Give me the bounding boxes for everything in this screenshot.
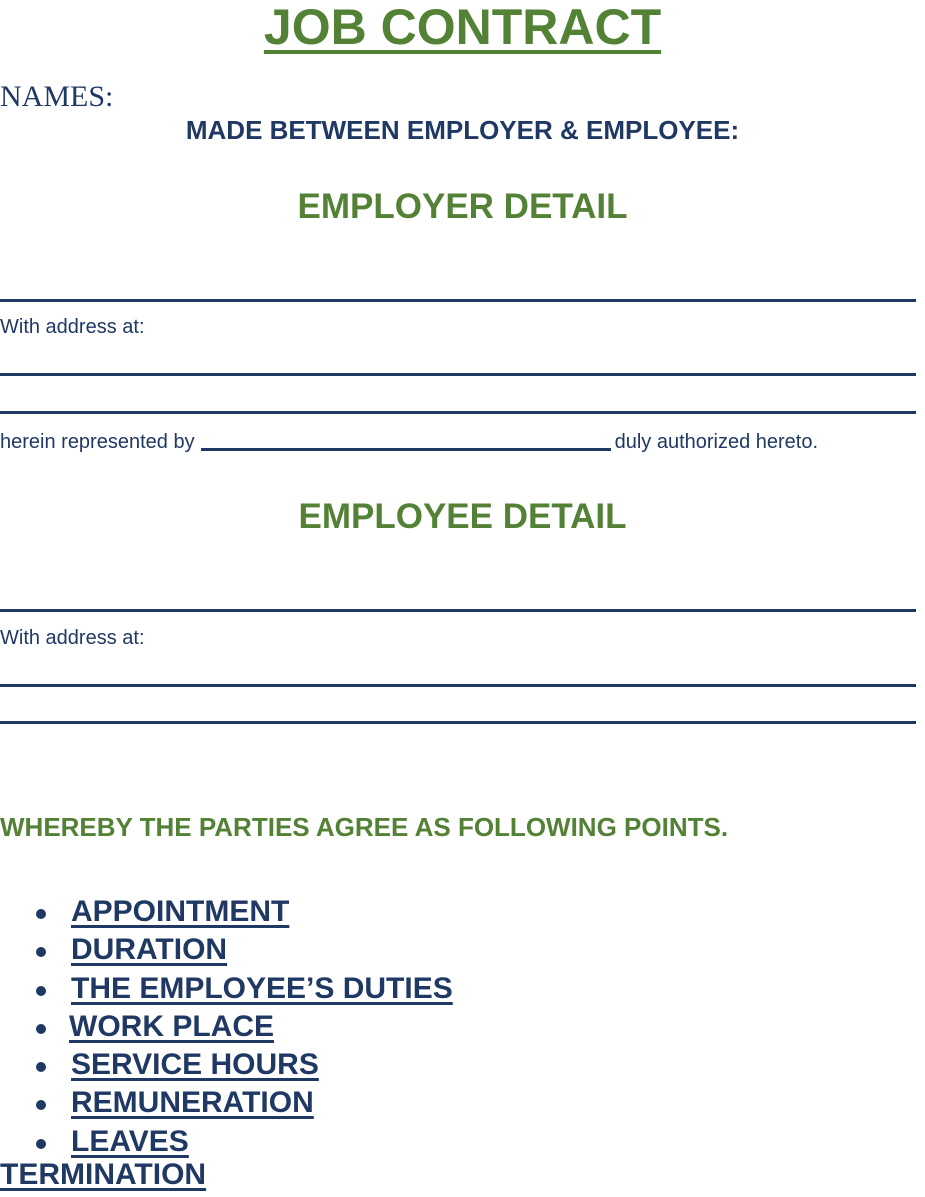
bullet-icon — [36, 947, 46, 958]
list-item: LEAVES — [0, 1123, 453, 1161]
representative-name-field-line[interactable] — [200, 448, 611, 451]
document-title: JOB CONTRACT — [0, 0, 925, 56]
bullet-icon — [36, 909, 46, 919]
bullet-icon — [36, 1100, 46, 1111]
point-termination[interactable]: TERMINATION — [0, 1158, 206, 1192]
point-remuneration[interactable]: REMUNERATION — [71, 1086, 314, 1119]
duly-authorized-label: duly authorized hereto. — [614, 431, 819, 453]
names-label: NAMES: — [0, 80, 114, 113]
employer-address-label: With address at: — [0, 316, 145, 338]
employee-address-line-2[interactable] — [0, 721, 916, 724]
list-item: APPOINTMENT — [0, 893, 453, 931]
list-item: WORK PLACE — [0, 1008, 453, 1046]
employer-name-field-line[interactable] — [0, 299, 916, 302]
contract-points-list: APPOINTMENT DURATION THE EMPLOYEE’S DUTI… — [0, 893, 453, 1161]
point-employee-duties[interactable]: THE EMPLOYEE’S DUTIES — [71, 972, 453, 1005]
point-appointment[interactable]: APPOINTMENT — [71, 895, 289, 928]
contract-subtitle: MADE BETWEEN EMPLOYER & EMPLOYEE: — [185, 115, 740, 145]
bullet-icon — [36, 985, 46, 996]
employee-detail-heading: EMPLOYEE DETAIL — [298, 497, 627, 536]
point-work-place[interactable]: WORK PLACE — [69, 1010, 274, 1043]
agreement-intro: WHEREBY THE PARTIES AGREE AS FOLLOWING P… — [0, 812, 729, 842]
employee-address-label: With address at: — [0, 627, 145, 649]
list-item: THE EMPLOYEE’S DUTIES — [0, 970, 453, 1008]
employer-address-line-1[interactable] — [0, 373, 916, 376]
point-service-hours[interactable]: SERVICE HOURS — [71, 1048, 319, 1081]
represented-by-label: herein represented by — [0, 431, 195, 453]
bullet-icon — [36, 1062, 46, 1073]
list-item: REMUNERATION — [0, 1084, 453, 1122]
list-item: SERVICE HOURS — [0, 1046, 453, 1084]
point-leaves[interactable]: LEAVES — [71, 1125, 189, 1158]
employer-address-line-2[interactable] — [0, 411, 916, 414]
list-item: DURATION — [0, 931, 453, 969]
bullet-icon — [36, 1138, 46, 1149]
employee-name-field-line[interactable] — [0, 609, 916, 612]
employer-representation-line: herein represented by duly authorized her… — [0, 431, 818, 454]
employee-address-line-1[interactable] — [0, 684, 916, 687]
employer-detail-heading: EMPLOYER DETAIL — [297, 187, 628, 226]
point-duration[interactable]: DURATION — [71, 933, 227, 966]
bullet-icon — [36, 1023, 46, 1034]
document-title-text: JOB CONTRACT — [263, 0, 662, 55]
